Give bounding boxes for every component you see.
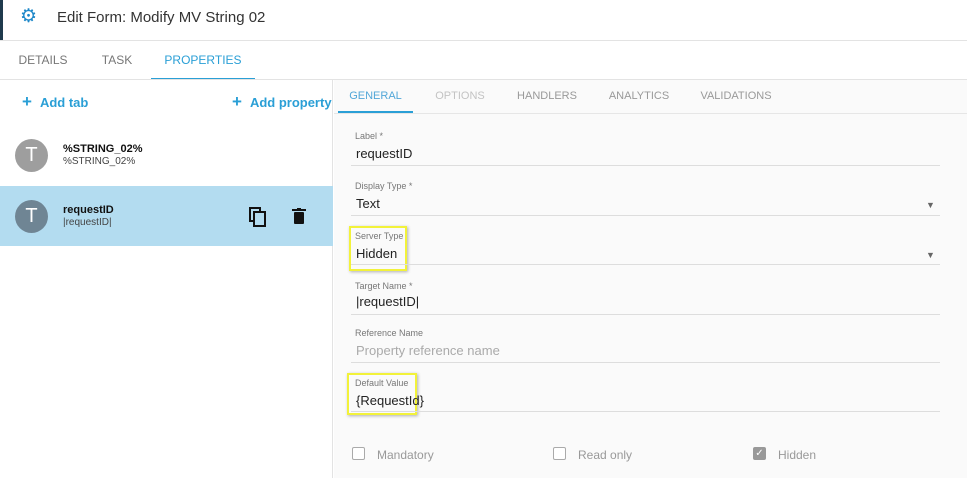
input-underline xyxy=(351,264,940,265)
list-item-selected[interactable]: T requestID |requestID| xyxy=(0,186,333,246)
input-underline xyxy=(351,165,940,166)
mandatory-checkbox[interactable] xyxy=(352,447,365,460)
tab-handlers[interactable]: HANDLERS xyxy=(508,80,586,113)
mandatory-label: Mandatory xyxy=(377,448,434,462)
tab-options[interactable]: OPTIONS xyxy=(425,80,495,113)
add-tab-label: Add tab xyxy=(39,95,89,110)
input-underline xyxy=(351,411,940,412)
copy-icon[interactable] xyxy=(249,207,267,227)
trash-icon[interactable] xyxy=(292,208,306,224)
avatar: T xyxy=(15,139,48,172)
server-type-label: Server Type xyxy=(355,231,404,241)
item-name: requestID xyxy=(63,204,114,216)
add-property-label: Add property xyxy=(249,95,332,110)
property-editor xyxy=(334,80,967,478)
reference-name-input[interactable]: Property reference name xyxy=(356,343,936,358)
tab-details[interactable]: DETAILS xyxy=(8,41,78,80)
label-field-label: Label * xyxy=(355,131,384,141)
list-item[interactable]: T %STRING_02% %STRING_02% xyxy=(0,125,333,185)
add-tab-button[interactable]: + Add tab xyxy=(22,92,88,112)
tab-general[interactable]: GENERAL xyxy=(338,80,413,113)
label-input[interactable]: requestID xyxy=(356,146,936,161)
tab-task[interactable]: TASK xyxy=(88,41,146,80)
dropdown-caret-icon[interactable]: ▼ xyxy=(926,250,935,260)
window-edge xyxy=(0,0,3,40)
tab-analytics[interactable]: ANALYTICS xyxy=(600,80,678,113)
item-subtitle: |requestID| xyxy=(63,217,112,228)
default-value-input[interactable]: {RequestId} xyxy=(356,393,916,408)
reference-name-label: Reference Name xyxy=(355,328,424,338)
server-type-select[interactable]: Hidden xyxy=(356,246,916,261)
target-name-input[interactable]: |requestID| xyxy=(356,294,936,309)
add-property-button[interactable]: + Add property xyxy=(232,92,332,112)
input-underline xyxy=(351,215,940,216)
dropdown-caret-icon[interactable]: ▼ xyxy=(926,200,935,210)
display-type-select[interactable]: Text xyxy=(356,196,936,211)
hidden-label: Hidden xyxy=(778,448,817,462)
avatar: T xyxy=(15,200,48,233)
gear-icon[interactable]: ⚙ xyxy=(20,7,38,26)
divider xyxy=(334,113,967,114)
read-only-checkbox[interactable] xyxy=(553,447,566,460)
hidden-checkbox[interactable]: ✓ xyxy=(753,447,766,460)
default-value-label: Default Value xyxy=(355,378,409,388)
plus-icon: + xyxy=(232,92,242,111)
read-only-label: Read only xyxy=(578,448,633,462)
input-underline xyxy=(351,362,940,363)
item-name: %STRING_02% xyxy=(63,143,143,155)
target-name-label: Target Name * xyxy=(355,281,413,291)
plus-icon: + xyxy=(22,92,32,111)
tab-properties[interactable]: PROPERTIES xyxy=(151,41,255,80)
input-underline xyxy=(351,314,940,315)
item-subtitle: %STRING_02% xyxy=(63,156,136,167)
tab-validations[interactable]: VALIDATIONS xyxy=(693,80,779,113)
page-title: Edit Form: Modify MV String 02 xyxy=(57,9,266,26)
display-type-label: Display Type * xyxy=(355,181,413,191)
